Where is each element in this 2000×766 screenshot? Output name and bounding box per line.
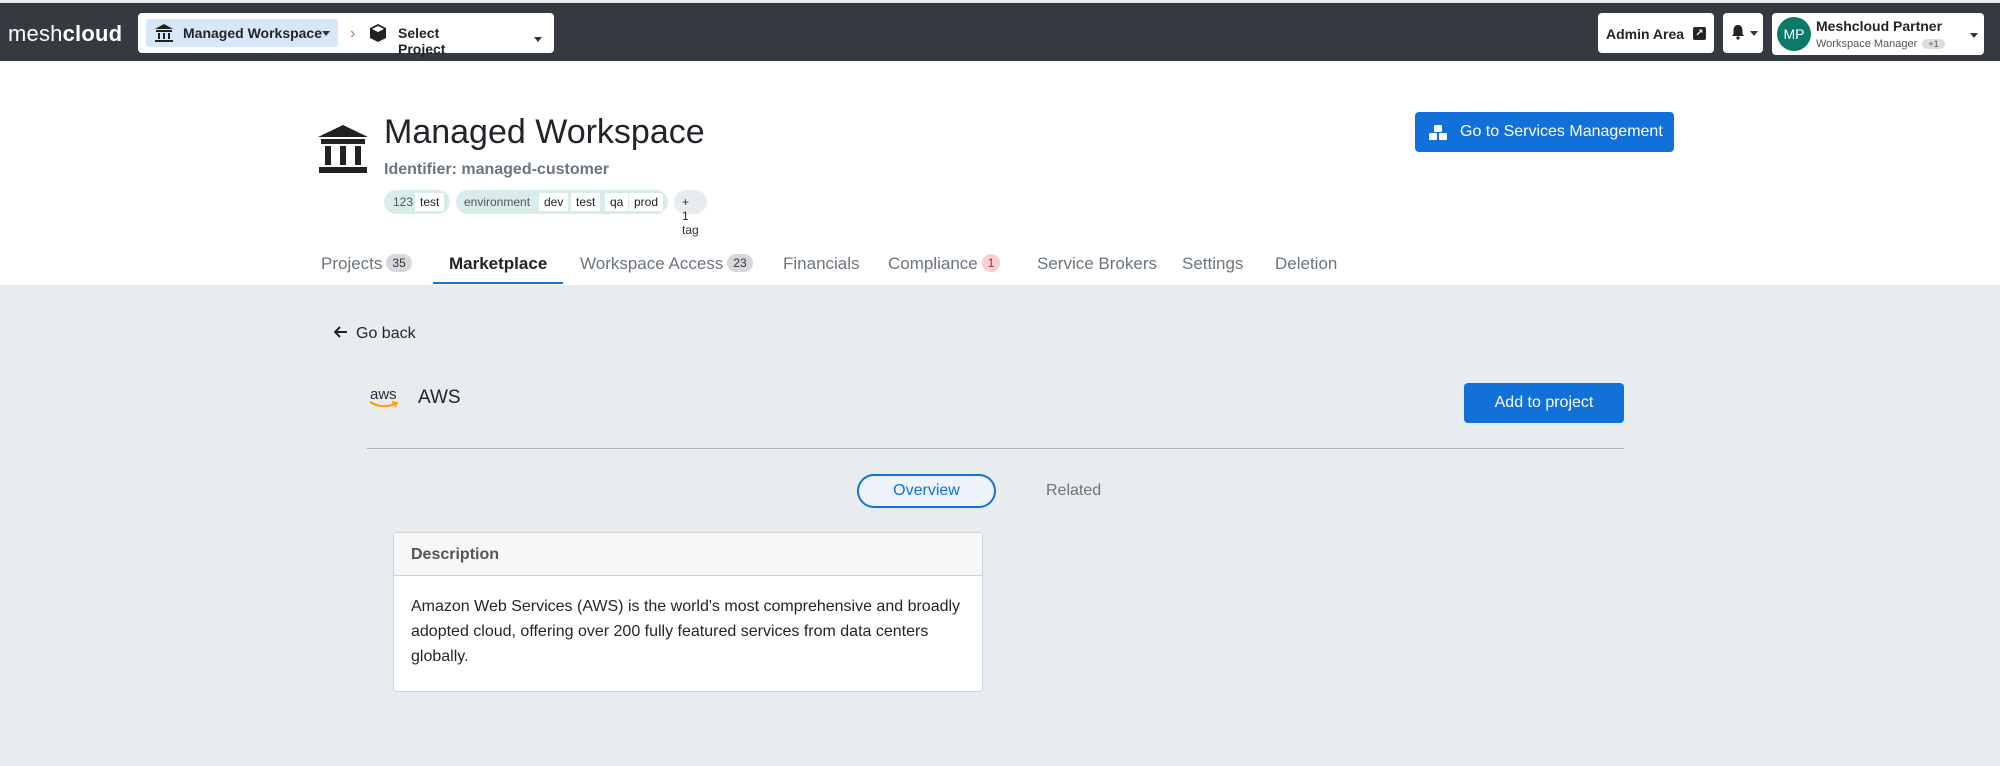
tab-label: Deletion <box>1275 254 1338 273</box>
external-link-icon: ↗ <box>1693 27 1706 40</box>
tab-label: Projects <box>321 254 383 273</box>
tab-marketplace[interactable]: Marketplace <box>449 254 547 274</box>
divider <box>367 448 1624 449</box>
chevron-down-icon <box>1970 33 1978 38</box>
bank-icon <box>155 24 173 42</box>
tag: environment dev test qa prod <box>456 190 668 214</box>
add-to-project-button[interactable]: Add to project <box>1464 383 1624 423</box>
brand-text-light: mesh <box>8 21 63 46</box>
service-title: AWS <box>418 387 461 408</box>
tag-value: test <box>571 193 601 211</box>
tab-financials[interactable]: Financials <box>783 254 860 274</box>
aws-logo-icon: aws <box>368 386 400 410</box>
page-title: Managed Workspace <box>384 113 705 151</box>
workspace-identifier: Identifier: managed-customer <box>384 161 609 179</box>
active-tab-indicator <box>433 282 563 284</box>
tab-deletion[interactable]: Deletion <box>1275 254 1337 274</box>
tab-related[interactable]: Related <box>1046 482 1101 500</box>
breadcrumb-separator: › <box>350 25 356 42</box>
workspace-selector[interactable]: Managed Workspace › Select Project <box>146 19 542 57</box>
services-button-label: Go to Services Management <box>1460 123 1663 140</box>
bell-icon <box>1732 25 1744 40</box>
tab-label: Compliance <box>888 254 978 273</box>
tab-settings[interactable]: Settings <box>1182 254 1243 274</box>
workspace-tabs: Projects 35 Marketplace Workspace Access 2… <box>0 240 2000 285</box>
tag-value: test <box>415 193 445 211</box>
tab-workspace-access[interactable]: Workspace Access 23 <box>580 254 753 274</box>
tab-label: Marketplace <box>449 254 548 273</box>
identifier-prefix: Identifier: <box>384 161 462 178</box>
card-title: Description <box>394 533 982 576</box>
workspace-chip[interactable]: Managed Workspace <box>146 19 338 47</box>
card-body: Amazon Web Services (AWS) is the world's… <box>411 598 961 665</box>
tab-label: Financials <box>783 254 860 273</box>
tag-value: qa <box>605 193 629 211</box>
tag-value: dev <box>539 193 569 211</box>
tag: 123 test <box>384 190 450 214</box>
workspace-label: Managed Workspace <box>183 25 323 41</box>
tab-label: Service Brokers <box>1037 254 1157 273</box>
meshcloud-logo[interactable]: meshcloud <box>8 21 122 47</box>
arrow-left-icon <box>333 325 348 343</box>
avatar: MP <box>1777 17 1811 51</box>
marketplace-detail: Go back aws AWS Add to project Overview … <box>0 285 2000 766</box>
count-badge: 1 <box>981 254 1001 272</box>
cubes-icon <box>1429 125 1447 140</box>
workspace-project-selector: Managed Workspace › Select Project <box>138 13 554 57</box>
identifier-value: managed-customer <box>461 161 609 178</box>
count-badge: 23 <box>727 254 753 272</box>
go-to-services-management-button[interactable]: Go to Services Management <box>1415 112 1674 152</box>
brand-text-bold: cloud <box>62 21 123 46</box>
tab-compliance[interactable]: Compliance 1 <box>888 254 1001 274</box>
user-menu-button[interactable]: MP Meshcloud Partner Workspace Manager +… <box>1772 13 1984 55</box>
admin-area-label: Admin Area <box>1606 26 1685 42</box>
notifications-button[interactable] <box>1723 13 1763 53</box>
user-name: Meshcloud Partner <box>1816 18 1943 34</box>
description-card: Description Amazon Web Services (AWS) is… <box>393 532 983 692</box>
count-badge: 35 <box>386 254 412 272</box>
tag-value: prod <box>629 193 664 211</box>
tab-label: Workspace Access <box>580 254 724 273</box>
tab-label: Settings <box>1182 254 1244 273</box>
project-selector-label[interactable]: Select Project <box>398 25 476 57</box>
user-role: Workspace Manager +1 <box>1816 38 1945 50</box>
more-tags-button[interactable]: + 1 tag <box>674 190 707 237</box>
tag-key: 123 <box>393 195 414 209</box>
role-count-badge: +1 <box>1922 39 1945 49</box>
cube-icon <box>370 24 386 42</box>
chevron-down-icon <box>322 31 330 36</box>
admin-area-button[interactable]: Admin Area ↗ <box>1598 13 1714 53</box>
go-back-link[interactable]: Go back <box>333 325 416 343</box>
top-navbar: meshcloud Managed Workspace › Select Pro… <box>0 0 2000 61</box>
tab-service-brokers[interactable]: Service Brokers <box>1037 254 1157 274</box>
user-role-text: Workspace Manager <box>1816 38 1918 50</box>
tab-projects[interactable]: Projects 35 <box>321 254 412 274</box>
bank-icon <box>318 125 368 173</box>
tab-overview[interactable]: Overview <box>857 474 996 508</box>
go-back-label: Go back <box>356 325 416 342</box>
chevron-down-icon <box>1750 31 1758 36</box>
tag-key: environment <box>464 195 531 209</box>
chevron-down-icon[interactable] <box>534 37 542 42</box>
